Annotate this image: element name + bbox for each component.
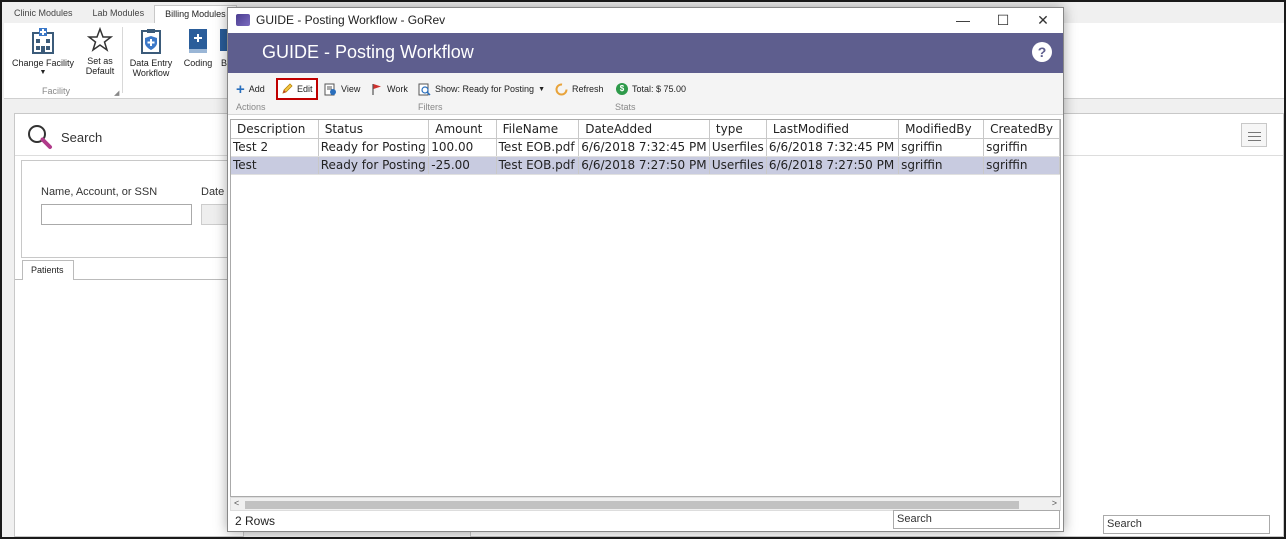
dialog-header: GUIDE - Posting Workflow ? bbox=[228, 33, 1063, 73]
group-label-actions: Actions bbox=[236, 102, 266, 112]
ribbon-group-facility: Facility bbox=[42, 86, 71, 96]
scroll-left-icon[interactable]: < bbox=[234, 498, 239, 508]
cell-description[interactable]: Test 2 bbox=[231, 138, 319, 157]
column-header-dateadded[interactable]: DateAdded bbox=[578, 120, 710, 139]
refresh-icon bbox=[555, 83, 568, 95]
tab-patients[interactable]: Patients bbox=[22, 260, 74, 280]
workflow-table: Description Status Amount FileName DateA… bbox=[231, 120, 1060, 175]
group-launcher-icon[interactable]: ◢ bbox=[114, 89, 119, 97]
book-icon bbox=[189, 29, 207, 53]
hamburger-menu-button[interactable] bbox=[1241, 123, 1267, 147]
group-label-filters: Filters bbox=[418, 102, 443, 112]
dialog-titlebar: GUIDE - Posting Workflow - GoRev — ☐ ✕ bbox=[228, 8, 1063, 32]
tab-billing-modules[interactable]: Billing Modules bbox=[154, 5, 237, 23]
cell-filename[interactable]: Test EOB.pdf bbox=[496, 138, 580, 157]
column-header-description[interactable]: Description bbox=[231, 120, 319, 139]
cell-modifiedby[interactable]: sgriffin bbox=[898, 138, 985, 157]
edit-button[interactable]: Edit bbox=[276, 78, 318, 100]
search-panel: Search Name, Account, or SSN Date o Pati… bbox=[14, 113, 251, 537]
page-title: GUIDE - Posting Workflow bbox=[262, 42, 474, 62]
scroll-right-icon[interactable]: > bbox=[1052, 498, 1057, 508]
filter-search-icon bbox=[418, 83, 431, 96]
cell-createdby[interactable]: sgriffin bbox=[983, 156, 1060, 175]
column-header-filename[interactable]: FileName bbox=[496, 120, 580, 139]
cell-type[interactable]: Userfiles bbox=[709, 156, 767, 175]
tab-lab-modules[interactable]: Lab Modules bbox=[83, 5, 155, 23]
chevron-down-icon: ▼ bbox=[39, 69, 47, 76]
star-icon bbox=[87, 27, 113, 52]
column-header-modifiedby[interactable]: ModifiedBy bbox=[898, 120, 985, 139]
cell-dateadded[interactable]: 6/6/2018 7:27:50 PM bbox=[578, 156, 710, 175]
minimize-button[interactable]: — bbox=[943, 8, 983, 32]
divider bbox=[15, 155, 243, 156]
group-label-stats: Stats bbox=[615, 102, 636, 112]
search-title: Search bbox=[61, 129, 103, 145]
window-controls: — ☐ ✕ bbox=[943, 8, 1063, 32]
column-header-createdby[interactable]: CreatedBy bbox=[983, 120, 1060, 139]
cell-lastmodified[interactable]: 6/6/2018 7:32:45 PM bbox=[766, 138, 900, 157]
rows-count: 2 Rows bbox=[235, 514, 276, 528]
cell-amount[interactable]: -25.00 bbox=[428, 156, 497, 175]
cell-status[interactable]: Ready for Posting bbox=[318, 138, 430, 157]
flag-icon bbox=[372, 83, 381, 95]
table-row-selected[interactable]: Test Ready for Posting -25.00 Test EOB.p… bbox=[231, 156, 1060, 175]
scrollbar-thumb[interactable] bbox=[245, 501, 1019, 509]
table-row[interactable]: Test 2 Ready for Posting 100.00 Test EOB… bbox=[231, 138, 1060, 157]
column-header-amount[interactable]: Amount bbox=[428, 120, 497, 139]
work-button[interactable]: Work bbox=[371, 78, 408, 100]
view-button[interactable]: View bbox=[324, 78, 360, 100]
search-criteria-box: Name, Account, or SSN Date o bbox=[21, 160, 251, 258]
view-document-icon bbox=[324, 83, 336, 95]
column-header-status[interactable]: Status bbox=[318, 120, 430, 139]
change-facility-button[interactable]: Change Facility ▼ bbox=[10, 27, 76, 78]
cell-description[interactable]: Test bbox=[231, 156, 319, 175]
gorev-app-icon bbox=[236, 14, 250, 26]
coding-button[interactable]: Coding bbox=[180, 27, 216, 68]
name-account-ssn-label: Name, Account, or SSN bbox=[41, 186, 158, 198]
column-header-type[interactable]: type bbox=[709, 120, 767, 139]
set-as-default-button[interactable]: Set as Default bbox=[80, 27, 120, 76]
help-icon[interactable]: ? bbox=[1032, 42, 1052, 62]
magnifier-icon bbox=[28, 125, 52, 149]
horizontal-scrollbar[interactable]: < > bbox=[230, 497, 1061, 511]
grid-search-input[interactable]: Search bbox=[893, 510, 1060, 529]
background-search-input[interactable]: Search bbox=[1103, 515, 1270, 534]
cell-type[interactable]: Userfiles bbox=[709, 138, 767, 157]
app-window: Clinic Modules Lab Modules Billing Modul… bbox=[0, 0, 1286, 539]
add-button[interactable]: + Add bbox=[236, 78, 265, 100]
tab-clinic-modules[interactable]: Clinic Modules bbox=[4, 5, 83, 23]
refresh-button[interactable]: Refresh bbox=[555, 78, 604, 100]
table-header-row: Description Status Amount FileName DateA… bbox=[231, 120, 1060, 139]
clipboard-shield-icon bbox=[141, 29, 161, 54]
cell-lastmodified[interactable]: 6/6/2018 7:27:50 PM bbox=[766, 156, 900, 175]
cell-amount[interactable]: 100.00 bbox=[428, 138, 497, 157]
dollar-icon: $ bbox=[616, 83, 628, 95]
hospital-icon bbox=[32, 28, 54, 54]
total-stat: $ Total: $ 75.00 bbox=[616, 78, 686, 100]
cell-createdby[interactable]: sgriffin bbox=[983, 138, 1060, 157]
toolbar: + Add Edit View Work Show: Ready for Pos… bbox=[228, 73, 1063, 115]
window-title: GUIDE - Posting Workflow - GoRev bbox=[256, 13, 446, 27]
cell-filename[interactable]: Test EOB.pdf bbox=[496, 156, 580, 175]
plus-icon: + bbox=[236, 80, 245, 98]
maximize-button[interactable]: ☐ bbox=[983, 8, 1023, 32]
module-tabs: Clinic Modules Lab Modules Billing Modul… bbox=[4, 5, 237, 23]
column-header-lastmodified[interactable]: LastModified bbox=[766, 120, 900, 139]
cell-modifiedby[interactable]: sgriffin bbox=[898, 156, 985, 175]
cell-dateadded[interactable]: 6/6/2018 7:32:45 PM bbox=[578, 138, 710, 157]
ribbon-divider bbox=[122, 27, 123, 93]
workflow-grid: Description Status Amount FileName DateA… bbox=[230, 119, 1061, 497]
name-account-ssn-input[interactable] bbox=[41, 204, 192, 225]
pencil-icon bbox=[282, 83, 293, 94]
posting-workflow-dialog: GUIDE - Posting Workflow - GoRev — ☐ ✕ G… bbox=[227, 7, 1064, 532]
show-filter-dropdown[interactable]: Show: Ready for Posting ▼ bbox=[418, 78, 545, 100]
data-entry-workflow-button[interactable]: Data Entry Workflow bbox=[126, 27, 176, 78]
search-header: Search bbox=[27, 124, 102, 150]
dropdown-arrow-icon: ▼ bbox=[538, 85, 545, 93]
cell-status[interactable]: Ready for Posting bbox=[318, 156, 430, 175]
close-button[interactable]: ✕ bbox=[1023, 8, 1063, 32]
